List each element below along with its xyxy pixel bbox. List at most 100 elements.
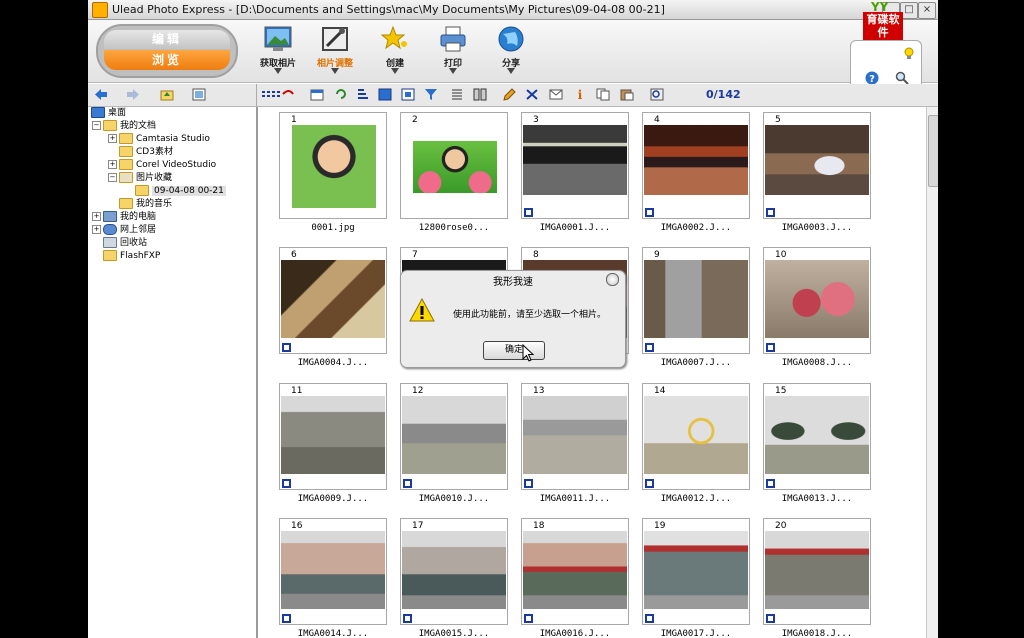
- tree-item-my-documents[interactable]: − 我的文档: [92, 120, 156, 133]
- mode-switch: 编辑 浏览: [96, 24, 238, 78]
- ok-button[interactable]: 确定: [483, 341, 545, 360]
- tree-item-corel[interactable]: + Corel VideoStudio: [108, 159, 216, 172]
- photo-thumbnail[interactable]: 11 IMGA0009.J...: [279, 383, 387, 511]
- photo-thumbnail[interactable]: 13 IMGA0011.J...: [521, 383, 629, 511]
- photo-filename: IMGA0011.J...: [539, 494, 611, 504]
- photo-thumbnail[interactable]: 17 IMGA0015.J...: [400, 518, 508, 638]
- photo-image: [765, 396, 869, 474]
- share-button[interactable]: 分享: [486, 22, 536, 78]
- photo-image: [523, 531, 627, 609]
- scrollbar-thumb[interactable]: [928, 115, 938, 187]
- forward-arrow-icon[interactable]: [126, 88, 140, 101]
- photo-thumbnail[interactable]: 19 IMGA0017.J...: [642, 518, 750, 638]
- close-button[interactable]: ×: [918, 2, 936, 19]
- photo-thumbnail[interactable]: 18 IMGA0016.J...: [521, 518, 629, 638]
- photo-number: 1: [291, 115, 297, 125]
- browse-mode-button[interactable]: 浏览: [104, 50, 230, 70]
- photo-thumbnail[interactable]: 1 0001.jpg: [279, 112, 387, 240]
- exif-icon: [403, 479, 412, 488]
- tree-item-cd3[interactable]: CD3素材: [119, 146, 173, 159]
- photo-filename: 0001.jpg: [311, 223, 355, 233]
- collapse-icon[interactable]: −: [92, 121, 101, 130]
- photo-thumbnail[interactable]: 16 IMGA0014.J...: [279, 518, 387, 638]
- photo-thumbnail[interactable]: 9 IMGA0007.J...: [642, 247, 750, 375]
- photo-thumbnail[interactable]: 10 IMGA0008.J...: [763, 247, 871, 375]
- fit-window-icon[interactable]: [401, 88, 415, 101]
- sort-icon[interactable]: [356, 88, 370, 101]
- photo-number: 11: [291, 386, 303, 396]
- create-button[interactable]: 创建: [370, 22, 420, 78]
- up-folder-icon[interactable]: [160, 88, 174, 101]
- photo-adjust-button[interactable]: 相片调整: [310, 22, 360, 78]
- tree-item-current-folder[interactable]: 09-04-08 00-21: [135, 185, 226, 198]
- paste-icon[interactable]: [620, 88, 634, 101]
- tree-item-my-music[interactable]: 我的音乐: [119, 198, 172, 211]
- delete-icon[interactable]: [525, 88, 539, 101]
- expand-icon[interactable]: +: [92, 225, 101, 234]
- app-icon[interactable]: [92, 2, 108, 18]
- thumbnail-frame: 20: [763, 518, 871, 625]
- photo-image: [765, 531, 869, 609]
- thumbnail-size-icon[interactable]: [378, 88, 392, 101]
- expand-icon[interactable]: +: [108, 134, 117, 143]
- select-range-icon[interactable]: [261, 88, 295, 101]
- rotate-icon[interactable]: [334, 88, 348, 101]
- filter-icon[interactable]: [424, 88, 438, 101]
- tree-item-recycle-bin[interactable]: 回收站: [103, 237, 147, 250]
- photo-thumbnail[interactable]: 4 IMGA0002.J...: [642, 112, 750, 240]
- photo-thumbnail[interactable]: 12 IMGA0010.J...: [400, 383, 508, 511]
- exif-icon: [524, 479, 533, 488]
- mouse-cursor-icon: [522, 344, 534, 362]
- search-icon[interactable]: [895, 71, 909, 85]
- vendor-logo: YY 育碟软件: [863, 0, 903, 40]
- photo-thumbnail[interactable]: 20 IMGA0018.J...: [763, 518, 871, 638]
- get-photo-button[interactable]: 获取相片: [253, 22, 303, 78]
- calendar-icon[interactable]: [310, 88, 324, 101]
- lightbulb-icon[interactable]: [903, 47, 915, 59]
- expand-icon[interactable]: +: [108, 160, 117, 169]
- gallery-scrollbar[interactable]: [926, 107, 938, 638]
- folder-icon: [135, 185, 149, 196]
- expand-icon[interactable]: +: [92, 212, 101, 221]
- info-icon[interactable]: i: [573, 88, 587, 101]
- photo-thumbnail[interactable]: 6 IMGA0004.J...: [279, 247, 387, 375]
- photo-thumbnail[interactable]: 5 IMGA0003.J...: [763, 112, 871, 240]
- compare-icon[interactable]: [473, 88, 487, 101]
- chevron-down-icon: [507, 68, 515, 74]
- view-toggle-icon[interactable]: [192, 88, 206, 101]
- tree-item-flashfxp[interactable]: FlashFXP: [103, 250, 160, 263]
- collapse-icon[interactable]: −: [108, 173, 117, 182]
- photo-thumbnail[interactable]: 3 IMGA0001.J...: [521, 112, 629, 240]
- folder-icon: [103, 250, 117, 261]
- thumbnail-frame: 10: [763, 247, 871, 354]
- photo-image: [413, 141, 497, 193]
- photo-thumbnail[interactable]: 15 IMGA0013.J...: [763, 383, 871, 511]
- logo-text: 育碟软件: [863, 12, 903, 40]
- pencil-icon[interactable]: [502, 88, 516, 101]
- help-icon[interactable]: ?: [865, 71, 879, 85]
- tree-item-desktop[interactable]: 桌面: [91, 107, 126, 120]
- copy-icon[interactable]: [596, 88, 610, 101]
- create-star-icon: [381, 26, 407, 50]
- thumbnail-frame: 13: [521, 383, 629, 490]
- details-list-icon[interactable]: [450, 88, 464, 101]
- photo-thumbnail[interactable]: 14 IMGA0012.J...: [642, 383, 750, 511]
- dialog-close-icon[interactable]: [606, 273, 619, 286]
- back-arrow-icon[interactable]: [94, 88, 108, 101]
- mail-icon[interactable]: [549, 88, 563, 101]
- photo-adjust-icon: [322, 27, 348, 51]
- tree-item-camtasia[interactable]: + Camtasia Studio: [108, 133, 210, 146]
- edit-mode-button[interactable]: 编辑: [104, 30, 230, 49]
- thumbnail-frame: 14: [642, 383, 750, 490]
- zoom-icon[interactable]: [650, 88, 664, 101]
- tree-item-network[interactable]: + 网上邻居: [92, 224, 156, 237]
- thumbnail-frame: 19: [642, 518, 750, 625]
- photo-filename: IMGA0004.J...: [297, 358, 369, 368]
- exif-icon: [282, 479, 291, 488]
- photo-filename: IMGA0007.J...: [660, 358, 732, 368]
- tree-item-my-computer[interactable]: + 我的电脑: [92, 211, 156, 224]
- tree-label: Camtasia Studio: [136, 134, 210, 144]
- tree-item-my-pictures[interactable]: − 图片收藏: [108, 172, 172, 185]
- photo-thumbnail[interactable]: 2 12800rose0...: [400, 112, 508, 240]
- print-button[interactable]: 打印: [428, 22, 478, 78]
